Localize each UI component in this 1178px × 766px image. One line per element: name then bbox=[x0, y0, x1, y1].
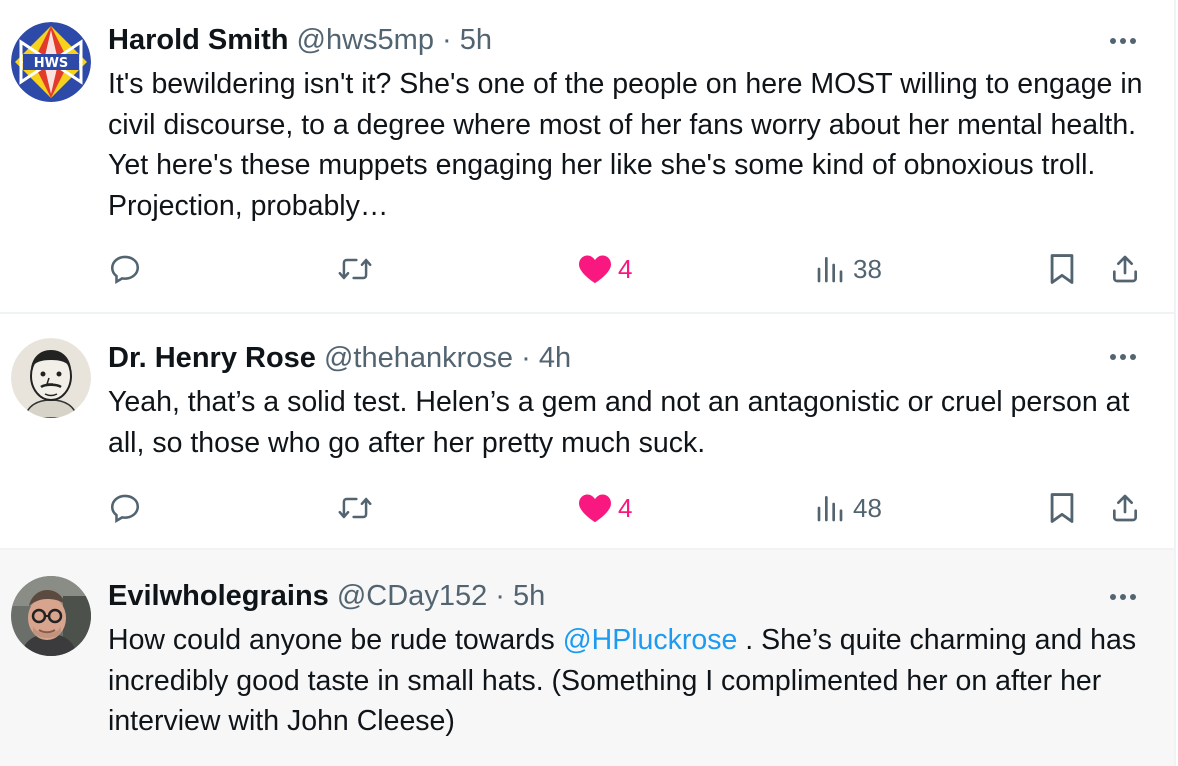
display-name[interactable]: Dr. Henry Rose bbox=[108, 342, 316, 374]
display-name[interactable]: Harold Smith bbox=[108, 24, 288, 56]
tweet-text: Yeah, that’s a solid test. Helen’s a gem… bbox=[108, 386, 1130, 459]
tweet-actions: 4 48 bbox=[0, 488, 1174, 528]
user-handle[interactable]: @CDay152 bbox=[337, 580, 487, 612]
tweet-header: Evilwholegrains @CDay152 · 5h bbox=[108, 578, 1094, 614]
tweet-actions: 4 38 bbox=[0, 249, 1174, 289]
view-count: 38 bbox=[853, 253, 882, 284]
tweet-text: How could anyone be rude towards @HPluck… bbox=[108, 620, 1144, 742]
avatar[interactable] bbox=[11, 338, 91, 418]
more-button[interactable] bbox=[1108, 26, 1138, 56]
more-button[interactable] bbox=[1108, 582, 1138, 612]
tweet[interactable]: Evilwholegrains @CDay152 · 5h How could … bbox=[0, 550, 1176, 766]
bookmark-icon bbox=[1050, 254, 1074, 284]
mention-link[interactable]: @HPluckrose bbox=[563, 624, 738, 656]
retweet-button[interactable] bbox=[337, 488, 373, 528]
like-count: 4 bbox=[618, 253, 633, 284]
separator-dot: · bbox=[442, 24, 452, 56]
like-count: 4 bbox=[618, 492, 633, 523]
heart-icon bbox=[579, 494, 611, 523]
hws-logo-icon: HWS bbox=[11, 22, 91, 102]
share-button[interactable] bbox=[1109, 249, 1141, 289]
view-count: 48 bbox=[853, 492, 882, 523]
tweet-text-part: How could anyone be rude towards bbox=[108, 624, 563, 656]
share-icon bbox=[1113, 255, 1137, 283]
like-button[interactable]: 4 bbox=[578, 249, 632, 289]
display-name[interactable]: Evilwholegrains bbox=[108, 580, 329, 612]
sketch-portrait-icon bbox=[11, 338, 91, 418]
more-icon bbox=[1110, 594, 1136, 600]
bookmark-button[interactable] bbox=[1047, 249, 1077, 289]
tweet-header: Harold Smith @hws5mp · 5h bbox=[108, 22, 1094, 58]
tweet-text: It's bewildering isn't it? She's one of … bbox=[108, 68, 1143, 222]
user-handle[interactable]: @hws5mp bbox=[297, 24, 434, 56]
more-icon bbox=[1110, 354, 1136, 360]
bookmark-icon bbox=[1050, 493, 1074, 523]
avatar[interactable] bbox=[11, 576, 91, 656]
bookmark-button[interactable] bbox=[1047, 488, 1077, 528]
separator-dot: · bbox=[521, 342, 531, 374]
reply-button[interactable] bbox=[108, 488, 142, 528]
tweet[interactable]: HWS Harold Smith @hws5mp · 5h It's bewil… bbox=[0, 0, 1176, 314]
share-icon bbox=[1113, 494, 1137, 522]
heart-icon bbox=[579, 255, 611, 284]
separator-dot: · bbox=[495, 580, 505, 612]
user-handle[interactable]: @thehankrose bbox=[324, 342, 513, 374]
tweet[interactable]: Dr. Henry Rose @thehankrose · 4h Yeah, t… bbox=[0, 314, 1176, 550]
reply-button[interactable] bbox=[108, 249, 142, 289]
like-button[interactable]: 4 bbox=[578, 488, 632, 528]
more-button[interactable] bbox=[1108, 342, 1138, 372]
views-button[interactable]: 38 bbox=[815, 249, 882, 289]
avatar[interactable]: HWS bbox=[11, 22, 91, 102]
retweet-button[interactable] bbox=[337, 249, 373, 289]
more-icon bbox=[1110, 38, 1136, 44]
share-button[interactable] bbox=[1109, 488, 1141, 528]
retweet-icon bbox=[338, 258, 372, 280]
tweet-header: Dr. Henry Rose @thehankrose · 4h bbox=[108, 340, 1094, 376]
timestamp[interactable]: 5h bbox=[513, 580, 545, 612]
timestamp[interactable]: 5h bbox=[460, 24, 492, 56]
views-icon bbox=[817, 257, 843, 283]
views-icon bbox=[817, 496, 843, 522]
svg-text:HWS: HWS bbox=[34, 56, 69, 71]
retweet-icon bbox=[338, 497, 372, 519]
timestamp[interactable]: 4h bbox=[539, 342, 571, 374]
views-button[interactable]: 48 bbox=[815, 488, 882, 528]
reply-icon bbox=[110, 255, 140, 285]
reply-icon bbox=[110, 494, 140, 524]
photo-avatar-icon bbox=[11, 576, 91, 656]
